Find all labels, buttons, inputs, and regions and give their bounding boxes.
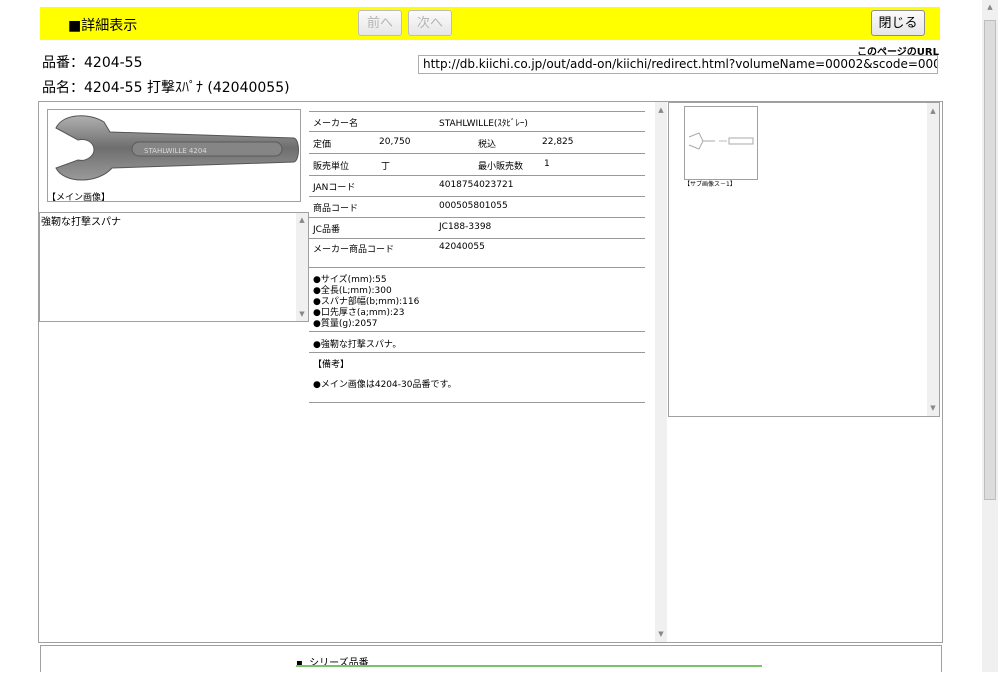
spec-label: 最小販売数: [478, 162, 524, 172]
scroll-up-icon[interactable]: ▲: [656, 105, 666, 115]
detail-scrollbar[interactable]: ▲ ▼: [655, 102, 667, 642]
sub-image-scrollbar[interactable]: ▲ ▼: [927, 103, 939, 416]
spec-label: 税込: [478, 140, 497, 150]
next-button[interactable]: 次へ: [408, 10, 452, 36]
spanner-image: STAHLWILLE 4204: [55, 115, 299, 181]
description-text: 強靭な打撃スパナ: [41, 217, 121, 228]
spec-value: 000505801055: [439, 201, 508, 211]
scroll-up-icon[interactable]: ▲: [985, 2, 995, 12]
spec-label: JANコード: [313, 183, 356, 193]
prev-button[interactable]: 前へ: [358, 10, 402, 36]
page-scroll-thumb[interactable]: [984, 20, 996, 500]
spec-value: 42040055: [439, 242, 485, 252]
spec-row-unit: 販売単位 丁 最小販売数 1: [309, 154, 645, 176]
feature-line: ●質量(g):2057: [313, 319, 378, 329]
spec-label: メーカー名: [313, 119, 359, 129]
scroll-down-icon[interactable]: ▼: [297, 309, 307, 319]
svg-text:STAHLWILLE 4204: STAHLWILLE 4204: [144, 147, 207, 155]
spec-label: JC品番: [313, 225, 340, 235]
header-bar: ■詳細表示 前へ 次へ 閉じる: [40, 7, 940, 40]
spec-row-maker: メーカー名 STAHLWILLE(ｽﾀﾋﾞﾚｰ): [309, 111, 645, 132]
sub-image-thumbnail[interactable]: [684, 106, 758, 180]
part-number: 品番：4204-55: [42, 55, 143, 71]
remarks-text: ●メイン画像は4204-30品番です。: [313, 380, 457, 390]
sub-drawing-image: [688, 132, 754, 150]
spec-label: メーカー商品コード: [313, 245, 395, 255]
sub-image-caption: 【サブ画像ス－1】: [684, 181, 736, 188]
spec-value: STAHLWILLE(ｽﾀﾋﾞﾚｰ): [439, 119, 528, 129]
spec-row-maker-code: メーカー商品コード 42040055: [309, 239, 645, 268]
description-scrollbar[interactable]: ▲ ▼: [296, 213, 308, 321]
spec-value: 1: [544, 159, 550, 169]
spec-value: 丁: [381, 162, 391, 172]
spec-row-code: 商品コード 000505801055: [309, 197, 645, 218]
spec-row-note: ●強靭な打撃スパナ。: [309, 332, 645, 353]
spec-label: 定価: [313, 140, 332, 150]
spec-value: JC188-3398: [439, 222, 492, 232]
spec-row-price: 定価 20,750 税込 22,825: [309, 132, 645, 154]
series-table: [296, 665, 762, 675]
description-box[interactable]: 強靭な打撃スパナ ▲ ▼: [39, 212, 309, 322]
spec-row-jc: JC品番 JC188-3398: [309, 218, 645, 239]
scroll-down-icon[interactable]: ▼: [656, 629, 666, 639]
remarks-label: 【備考】: [313, 360, 350, 370]
close-button[interactable]: 閉じる: [871, 10, 925, 36]
main-image[interactable]: STAHLWILLE 4204: [47, 109, 301, 202]
spec-row-jan: JANコード 4018754023721: [309, 176, 645, 197]
spec-label: 商品コード: [313, 204, 359, 214]
spec-value: 22,825: [542, 137, 574, 147]
scroll-down-icon[interactable]: ▼: [928, 403, 938, 413]
scroll-up-icon[interactable]: ▲: [297, 215, 307, 225]
part-name: 品名：4204-55 打撃ｽﾊﾟﾅ (42040055): [42, 80, 290, 96]
scroll-up-icon[interactable]: ▲: [928, 106, 938, 116]
spec-value: 4018754023721: [439, 180, 514, 190]
spec-row-features: ●サイズ(mm):55 ●全長(L;mm):300 ●スパナ部幅(b;mm):1…: [309, 268, 645, 332]
page-url-field[interactable]: http://db.kiichi.co.jp/out/add-on/kiichi…: [418, 55, 938, 74]
spec-label: 販売単位: [313, 162, 350, 172]
note-text: ●強靭な打撃スパナ。: [313, 340, 402, 350]
spec-value: 20,750: [379, 137, 411, 147]
main-image-caption: 【メイン画像】: [47, 193, 111, 203]
spec-row-remarks: 【備考】 ●メイン画像は4204-30品番です。: [309, 353, 645, 403]
page-title: ■詳細表示: [68, 18, 138, 34]
